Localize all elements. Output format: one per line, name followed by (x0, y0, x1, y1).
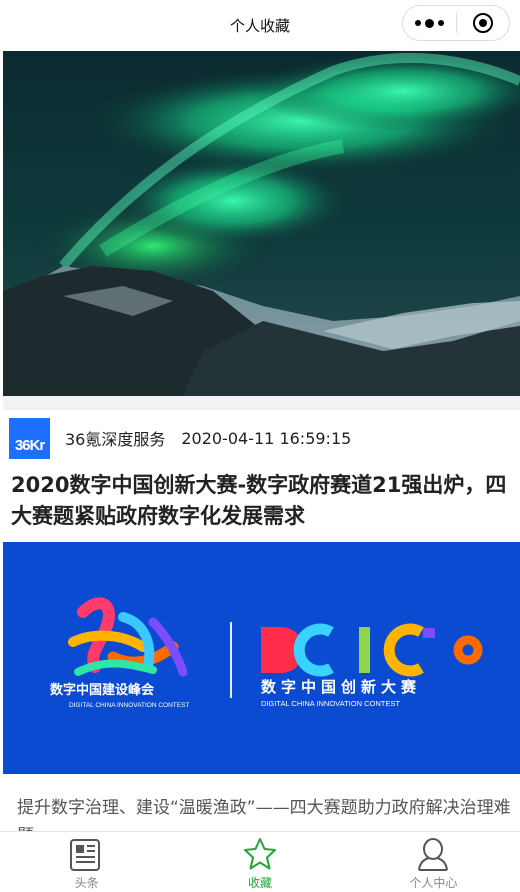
svg-text:DIGITAL CHINA INNOVATION CONTE: DIGITAL CHINA INNOVATION CONTEST (69, 702, 189, 709)
more-dots-icon (414, 18, 444, 28)
navigation-bar: 个人收藏 (0, 0, 520, 50)
page-title: 个人收藏 (229, 16, 290, 35)
source-name: 36氪深度服务 (65, 430, 166, 449)
article-meta: 36Kr 36氪深度服务 2020-04-11 16:59:15 (3, 410, 520, 466)
user-icon (418, 838, 449, 871)
target-icon (472, 13, 493, 33)
more-button[interactable] (403, 6, 456, 40)
tab-bar: 头条 收藏 个人中心 (0, 831, 520, 892)
tab-headlines[interactable]: 头条 (0, 832, 173, 892)
svg-text:DIGITAL CHINA INNOVATION CONTE: DIGITAL CHINA INNOVATION CONTEST (261, 699, 400, 708)
tab-favorites[interactable]: 收藏 (173, 832, 346, 892)
tab-label: 头条 (74, 876, 99, 890)
article-title[interactable]: 2020数字中国创新大赛-数字政府赛道21强出炉，四大赛题紧贴政府数字化发展需求 (3, 466, 520, 542)
article-card[interactable]: 36Kr 36氪深度服务 2020-04-11 16:59:15 2020数字中… (3, 410, 520, 838)
banner-carousel[interactable] (3, 51, 520, 396)
close-miniprogram-button[interactable] (457, 6, 510, 40)
svg-text:数字中国创新大赛: 数字中国创新大赛 (261, 678, 421, 696)
section-divider (3, 396, 520, 410)
dcic-cover-graphic: 数字中国建设峰会 DIGITAL CHINA INNOVATION CONTES… (3, 542, 520, 774)
source-logo: 36Kr (9, 417, 50, 459)
publish-time: 2020-04-11 16:59:15 (181, 428, 352, 448)
tab-profile[interactable]: 个人中心 (347, 832, 520, 892)
mini-program-capsule (402, 5, 510, 41)
tab-label: 个人中心 (409, 876, 458, 890)
svg-text:数字中国建设峰会: 数字中国建设峰会 (50, 682, 155, 698)
article-summary: 提升数字治理、建设“温暖渔政”——四大赛题助力政府解决治理难题 (17, 798, 511, 838)
aurora-landscape-image (3, 51, 520, 396)
tab-label: 收藏 (247, 876, 272, 890)
newspaper-icon (69, 839, 100, 871)
star-icon (243, 838, 276, 870)
article-cover-image[interactable]: 数字中国建设峰会 DIGITAL CHINA INNOVATION CONTES… (3, 542, 520, 774)
